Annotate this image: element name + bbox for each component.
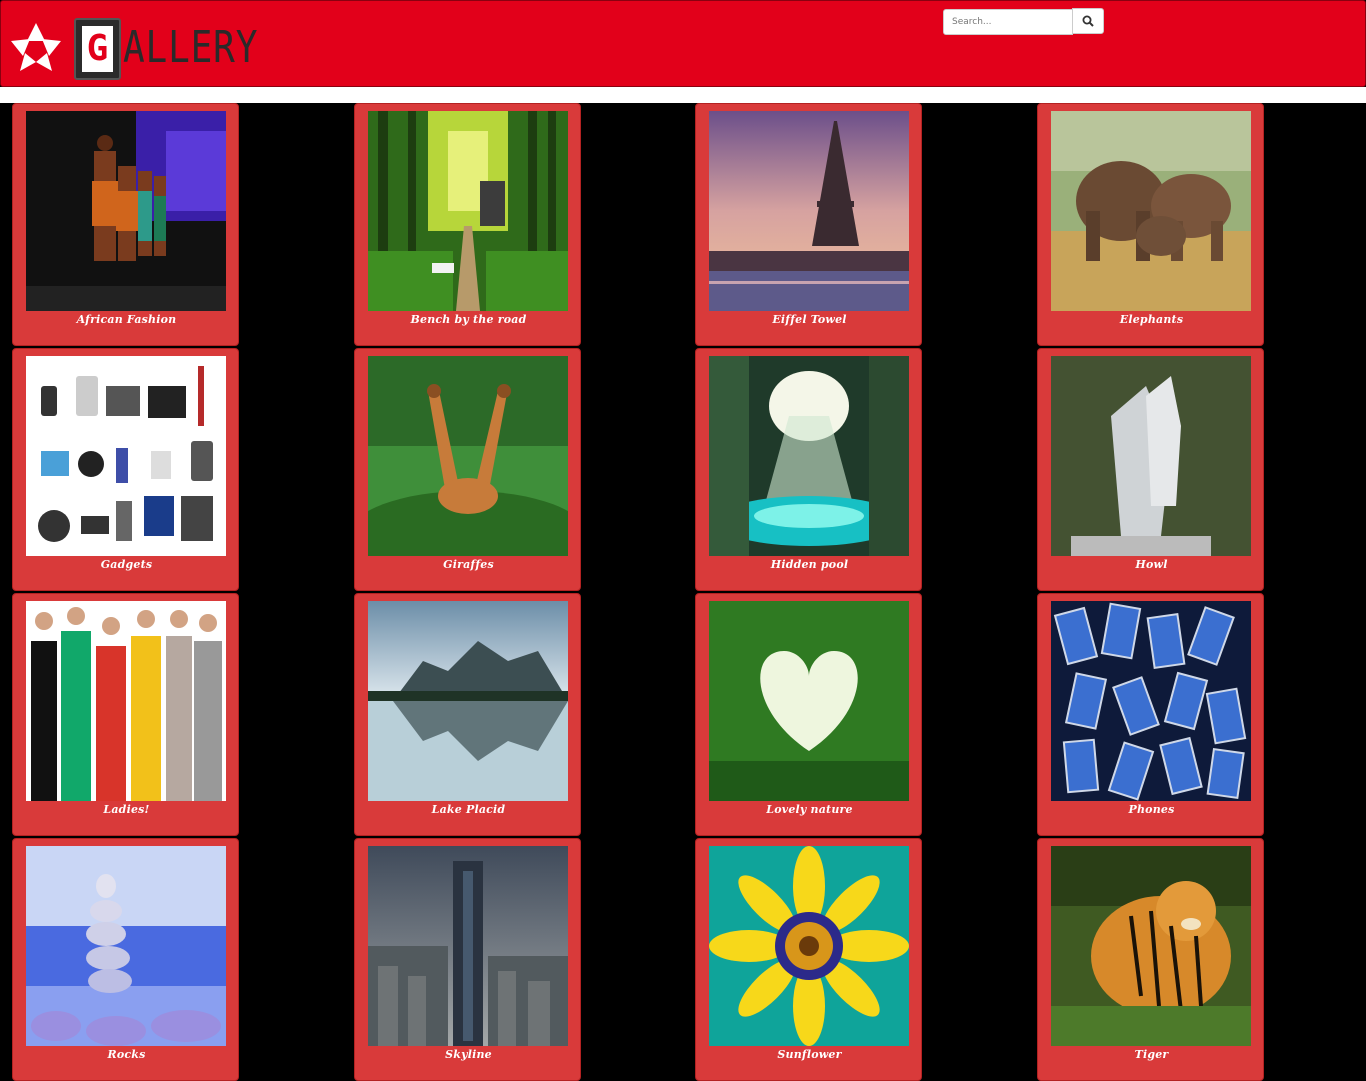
gallery-caption[interactable]: Eiffel Towel — [696, 313, 923, 326]
gallery-caption[interactable]: Hidden pool — [696, 558, 923, 571]
gallery-image[interactable] — [26, 111, 226, 311]
gallery-image[interactable] — [709, 111, 909, 311]
gallery-image[interactable] — [709, 356, 909, 556]
search-input[interactable] — [943, 9, 1073, 35]
gallery-card[interactable]: Ladies! — [12, 593, 239, 836]
header-divider — [0, 87, 1366, 103]
gallery-card[interactable]: Elephants — [1037, 103, 1264, 346]
gallery-card[interactable]: Tiger — [1037, 838, 1264, 1081]
gallery-card[interactable]: Gadgets — [12, 348, 239, 591]
logo-letter: G — [82, 26, 113, 72]
gallery-image[interactable] — [1051, 111, 1251, 311]
gallery-image[interactable] — [709, 601, 909, 801]
gallery-image[interactable] — [26, 356, 226, 556]
gallery-image[interactable] — [26, 846, 226, 1046]
gallery-caption[interactable]: Giraffes — [355, 558, 582, 571]
gallery-caption[interactable]: Sunflower — [696, 1048, 923, 1061]
gallery-caption[interactable]: Tiger — [1038, 1048, 1265, 1061]
gallery-card[interactable]: Lovely nature — [695, 593, 922, 836]
logo-text[interactable]: ALLERY — [123, 23, 258, 73]
gallery-image[interactable] — [1051, 601, 1251, 801]
gallery-caption[interactable]: Ladies! — [13, 803, 240, 816]
gallery-caption[interactable]: Howl — [1038, 558, 1265, 571]
gallery-card[interactable]: Hidden pool — [695, 348, 922, 591]
gallery-caption[interactable]: Lovely nature — [696, 803, 923, 816]
gallery-caption[interactable]: Gadgets — [13, 558, 240, 571]
gallery-card[interactable]: Eiffel Towel — [695, 103, 922, 346]
gallery-caption[interactable]: Elephants — [1038, 313, 1265, 326]
gallery-caption[interactable]: Lake Placid — [355, 803, 582, 816]
gallery-card[interactable]: Giraffes — [354, 348, 581, 591]
gallery-caption[interactable]: African Fashion — [13, 313, 240, 326]
gallery-image[interactable] — [368, 111, 568, 311]
gallery-card[interactable]: Sunflower — [695, 838, 922, 1081]
gallery-card[interactable]: Phones — [1037, 593, 1264, 836]
gallery-image[interactable] — [368, 846, 568, 1046]
logo-badge[interactable]: G — [74, 18, 121, 80]
gallery-image[interactable] — [1051, 356, 1251, 556]
gallery-caption[interactable]: Phones — [1038, 803, 1265, 816]
gallery-card[interactable]: Howl — [1037, 348, 1264, 591]
gallery-caption[interactable]: Bench by the road — [355, 313, 582, 326]
gallery-image[interactable] — [1051, 846, 1251, 1046]
gallery-card[interactable]: African Fashion — [12, 103, 239, 346]
gallery-image[interactable] — [26, 601, 226, 801]
gallery-caption[interactable]: Rocks — [13, 1048, 240, 1061]
flower-logo-icon[interactable] — [7, 21, 65, 77]
gallery-image[interactable] — [368, 356, 568, 556]
gallery-card[interactable]: Bench by the road — [354, 103, 581, 346]
gallery-card[interactable]: Skyline — [354, 838, 581, 1081]
gallery-card[interactable]: Rocks — [12, 838, 239, 1081]
navbar: G ALLERY — [0, 0, 1366, 87]
gallery-image[interactable] — [709, 846, 909, 1046]
search-icon — [1082, 15, 1094, 27]
gallery-card[interactable]: Lake Placid — [354, 593, 581, 836]
gallery-caption[interactable]: Skyline — [355, 1048, 582, 1061]
search-button[interactable] — [1072, 8, 1104, 34]
gallery-image[interactable] — [368, 601, 568, 801]
